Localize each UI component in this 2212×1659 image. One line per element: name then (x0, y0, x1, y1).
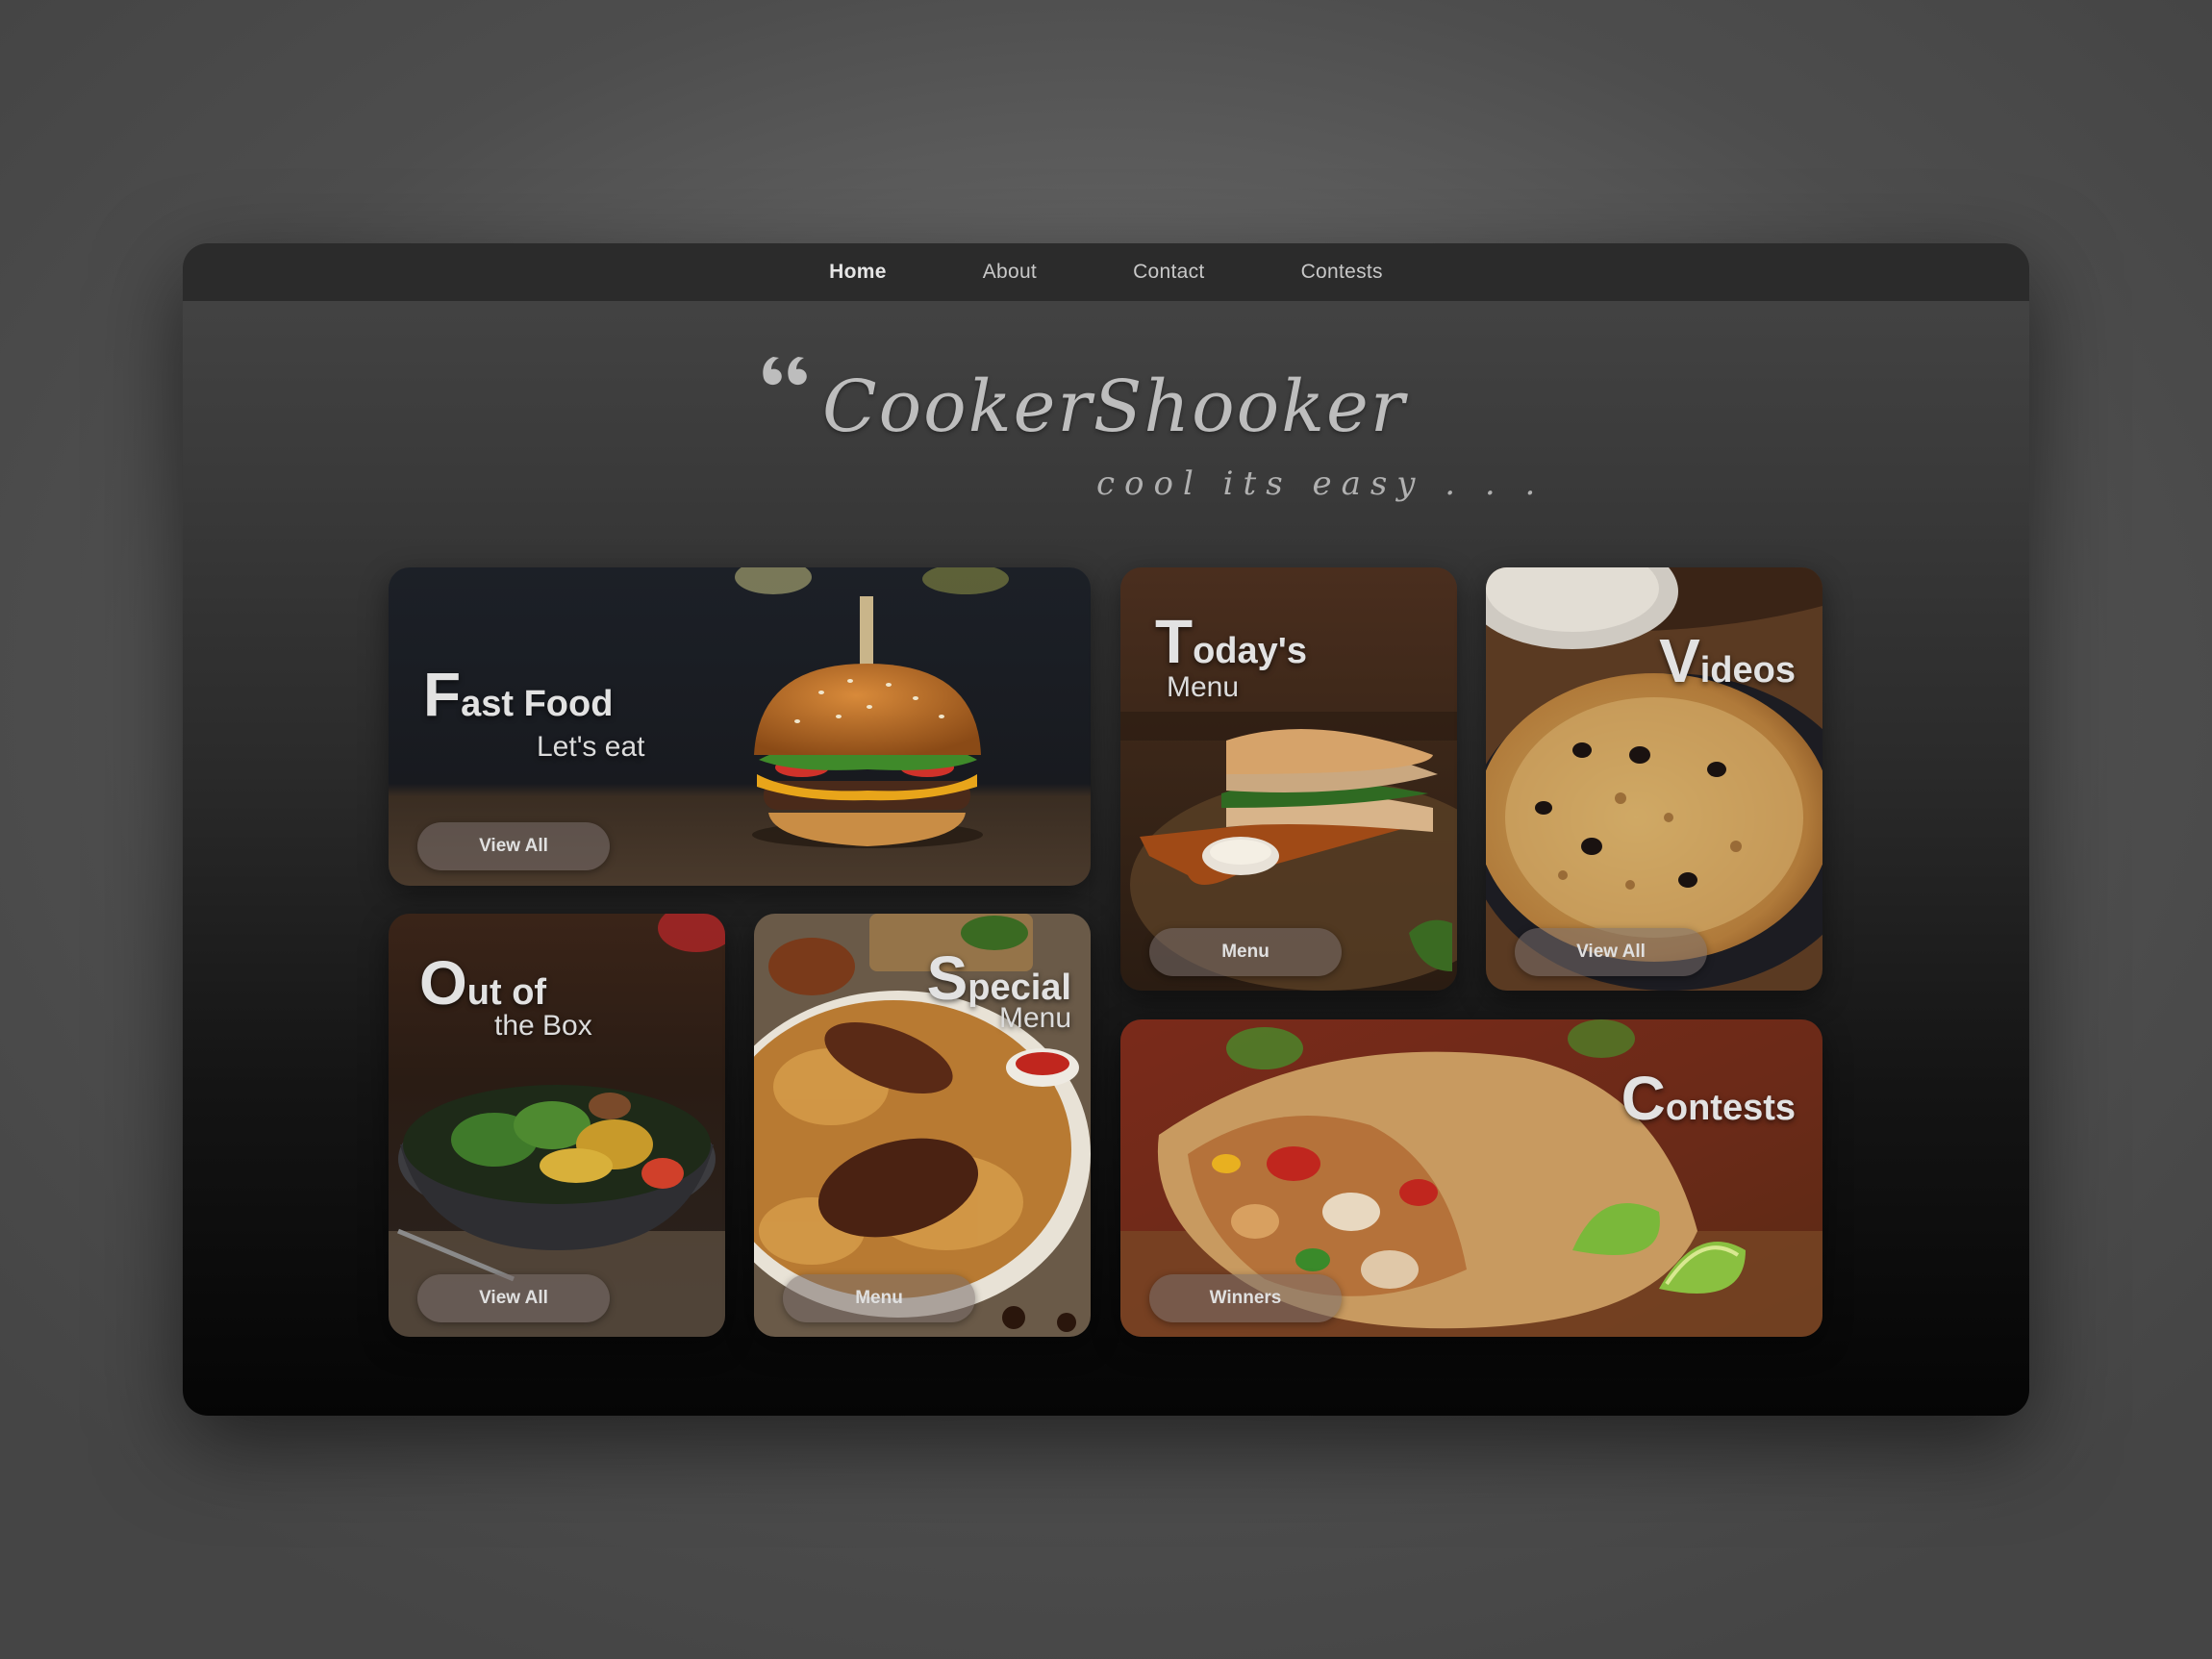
quote-icon (763, 357, 807, 386)
view-all-button[interactable]: View All (1515, 928, 1707, 976)
nav-about[interactable]: About (983, 261, 1037, 284)
menu-button[interactable]: Menu (1149, 928, 1342, 976)
card-title: Videos (1659, 626, 1796, 695)
card-title: Fast Food (423, 660, 614, 729)
card-videos[interactable]: Videos View All (1486, 567, 1822, 991)
card-out-of-the-box[interactable]: Out of the Box View All (389, 914, 725, 1337)
app-window: Home About Contact Contests CookerShooke… (183, 243, 2029, 1416)
top-navigation: Home About Contact Contests (183, 243, 2029, 301)
card-special-menu[interactable]: Special Menu Menu (754, 914, 1091, 1337)
view-all-button[interactable]: View All (417, 1274, 610, 1322)
card-title: Out of (419, 948, 547, 1018)
card-fast-food[interactable]: Fast Food Let's eat View All (389, 567, 1091, 886)
menu-button[interactable]: Menu (783, 1274, 975, 1322)
nav-home[interactable]: Home (829, 261, 887, 284)
card-subtitle: Let's eat (537, 731, 645, 763)
card-subtitle: the Box (494, 1010, 592, 1042)
brand-tagline: cool its easy . . . (1096, 465, 1546, 503)
card-subtitle: Menu (1167, 671, 1240, 703)
nav-contact[interactable]: Contact (1133, 261, 1204, 284)
card-contests[interactable]: Contests Winners (1120, 1019, 1822, 1337)
card-title: Contests (1621, 1064, 1796, 1133)
card-title: Today's (1155, 607, 1307, 676)
winners-button[interactable]: Winners (1149, 1274, 1342, 1322)
view-all-button[interactable]: View All (417, 822, 610, 870)
brand-logo-text: CookerShooker (822, 365, 1407, 448)
card-todays-menu[interactable]: Today's Menu Menu (1120, 567, 1457, 991)
card-subtitle: Menu (998, 1002, 1071, 1034)
nav-contests[interactable]: Contests (1301, 261, 1383, 284)
